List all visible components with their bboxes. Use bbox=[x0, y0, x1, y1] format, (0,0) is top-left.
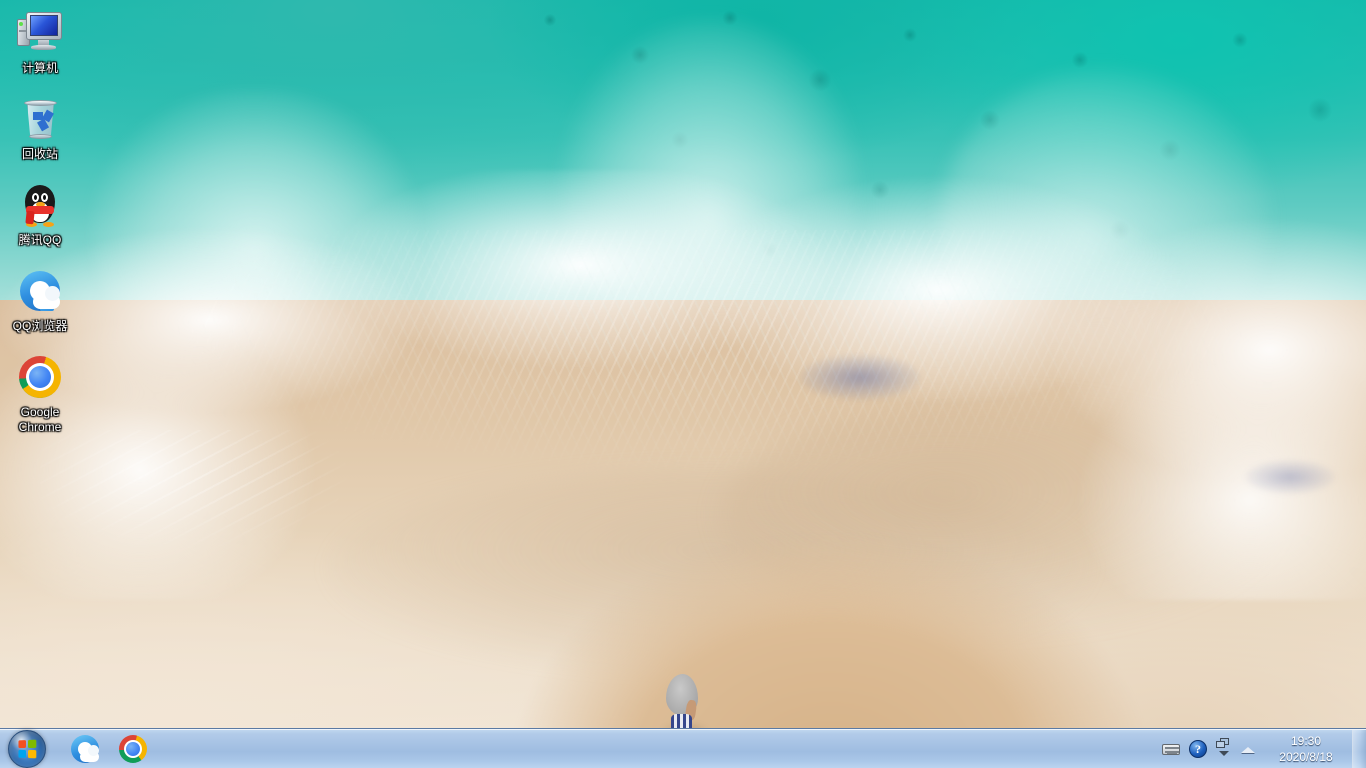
desktop-icon-label: 计算机 bbox=[21, 61, 58, 75]
desktop-icon-tencent-qq[interactable]: 腾讯QQ bbox=[2, 178, 78, 250]
desktop-icon-label: Google Chrome bbox=[18, 405, 62, 434]
wallpaper-water-pool-2 bbox=[1245, 460, 1335, 494]
desktop-icon-computer[interactable]: 计算机 bbox=[2, 6, 78, 78]
keyboard-ime-icon[interactable] bbox=[1162, 740, 1180, 758]
google-chrome-icon bbox=[117, 733, 149, 765]
desktop-icon-label: QQ浏览器 bbox=[12, 319, 68, 333]
show-hidden-icons-chevron-up-icon[interactable] bbox=[1241, 742, 1255, 756]
desktop-icon-label: 腾讯QQ bbox=[18, 233, 62, 247]
help-question-icon[interactable]: ? bbox=[1189, 739, 1207, 758]
desktop-icon-recycle-bin[interactable]: 回收站 bbox=[2, 92, 78, 164]
tray-icon-group: ? bbox=[1156, 734, 1263, 764]
show-desktop-button[interactable] bbox=[1352, 729, 1366, 768]
qq-penguin-icon bbox=[16, 181, 64, 229]
taskbar: ? 19:30 2020/8/18 bbox=[0, 728, 1366, 768]
taskbar-pinned-items bbox=[65, 730, 153, 768]
desktop-wallpaper bbox=[0, 0, 1366, 768]
windows-start-orb-icon bbox=[8, 729, 46, 768]
computer-monitor-icon bbox=[16, 9, 64, 57]
clock-time: 19:30 bbox=[1290, 733, 1322, 748]
desktop-icon-grid: 计算机 回收站 腾讯QQ QQ浏览器 Google Chrome bbox=[0, 6, 86, 451]
qq-browser-icon bbox=[69, 733, 101, 765]
restore-windows-icon[interactable] bbox=[1216, 737, 1232, 760]
system-tray: ? 19:30 2020/8/18 bbox=[1156, 729, 1366, 768]
desktop-icon-google-chrome[interactable]: Google Chrome bbox=[2, 350, 78, 437]
qq-browser-icon bbox=[16, 267, 64, 315]
taskbar-item-qq-browser[interactable] bbox=[65, 731, 105, 767]
google-chrome-icon bbox=[16, 353, 64, 401]
wallpaper-water-pool bbox=[800, 355, 920, 400]
wallpaper-foam-runup bbox=[40, 430, 460, 610]
taskbar-clock[interactable]: 19:30 2020/8/18 bbox=[1263, 730, 1349, 768]
wallpaper-person-figure bbox=[660, 674, 708, 736]
desktop-screen: 计算机 回收站 腾讯QQ QQ浏览器 Google Chrome ? 19:30… bbox=[0, 0, 1366, 768]
recycle-bin-icon bbox=[16, 95, 64, 143]
desktop-icon-qq-browser[interactable]: QQ浏览器 bbox=[2, 264, 78, 336]
clock-date: 2020/8/18 bbox=[1279, 749, 1333, 764]
start-button[interactable] bbox=[3, 729, 51, 768]
taskbar-item-google-chrome[interactable] bbox=[113, 731, 153, 767]
desktop-icon-label: 回收站 bbox=[21, 147, 58, 161]
